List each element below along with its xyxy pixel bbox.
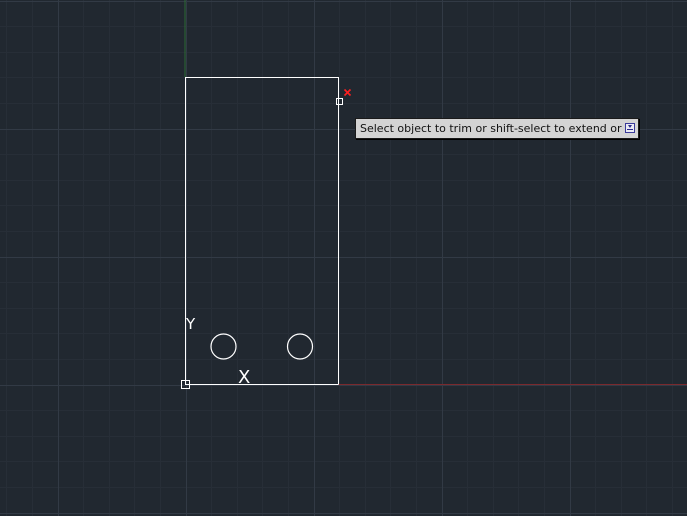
prompt-text: Select object to trim or shift-select to… [360, 122, 622, 135]
circle-left[interactable] [210, 333, 237, 360]
ucs-icon: Y X [181, 315, 250, 389]
ucs-y-label: Y [185, 315, 196, 333]
trim-x-badge-icon [343, 88, 352, 97]
ucs-x-label: X [238, 367, 250, 388]
drawing-viewport[interactable]: Y X Select object to trim or shift-selec… [0, 0, 687, 516]
dropdown-arrow-icon[interactable] [625, 123, 635, 133]
rectangle-outline[interactable] [185, 77, 339, 385]
drawing-canvas[interactable]: Y X [0, 0, 687, 516]
circle-right[interactable] [286, 333, 314, 360]
dynamic-input-prompt: Select object to trim or shift-select to… [355, 118, 639, 139]
